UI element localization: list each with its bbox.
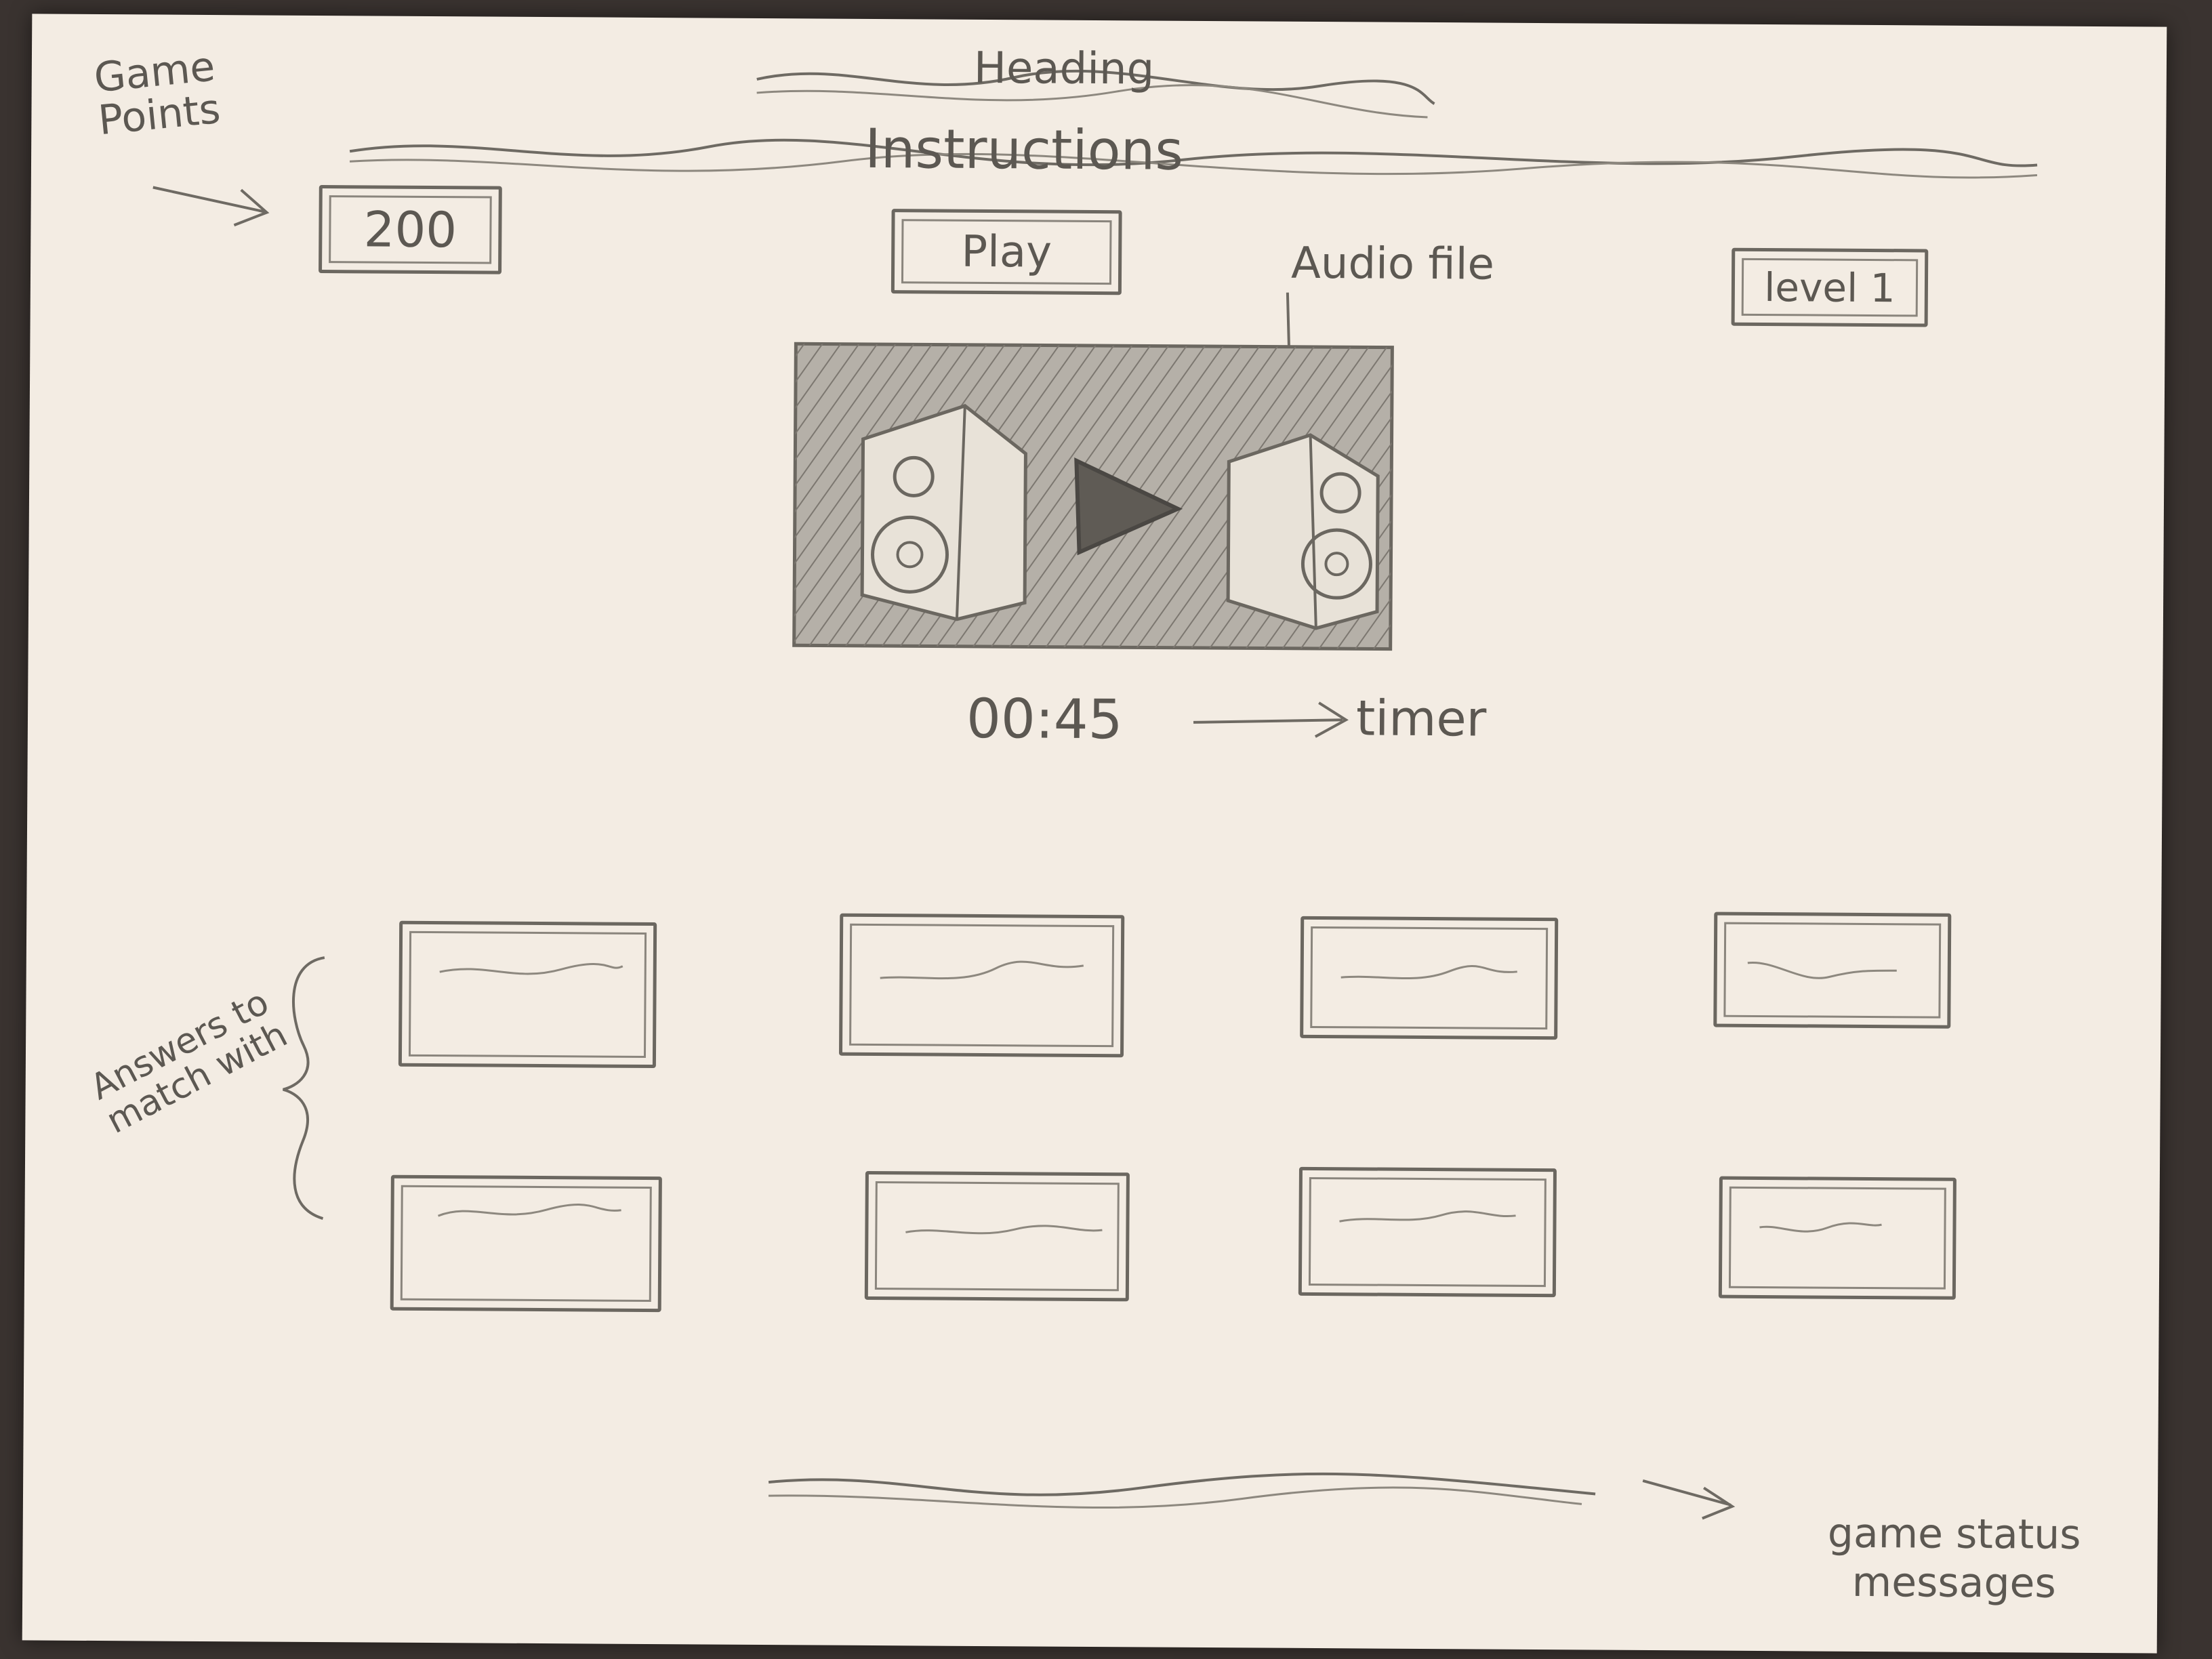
page-heading: Heading bbox=[973, 43, 1155, 95]
level-label: level 1 bbox=[1764, 264, 1896, 311]
status-message-squiggle bbox=[768, 1472, 1596, 1496]
timer-value: 00:45 bbox=[966, 687, 1123, 752]
game-points-annotation: Game Points bbox=[91, 43, 223, 145]
audio-file-annotation: Audio file bbox=[1290, 238, 1495, 290]
play-button-label: Play bbox=[961, 226, 1052, 278]
level-indicator: level 1 bbox=[1731, 247, 1929, 327]
audio-player[interactable] bbox=[794, 344, 1393, 649]
instructions-text: Instructions bbox=[864, 117, 1184, 182]
sketch-paper: Heading Instructions Game Points 200 Pla… bbox=[22, 14, 2167, 1654]
timer-annotation: timer bbox=[1355, 689, 1487, 747]
answer-option[interactable] bbox=[838, 913, 1125, 1058]
answer-option[interactable] bbox=[1298, 1166, 1557, 1298]
answer-option[interactable] bbox=[1713, 912, 1952, 1029]
play-button[interactable]: Play bbox=[890, 209, 1122, 295]
game-points-display: 200 bbox=[319, 184, 502, 274]
points-value: 200 bbox=[363, 201, 457, 259]
answer-option[interactable] bbox=[1300, 916, 1559, 1040]
answer-option[interactable] bbox=[398, 920, 657, 1069]
answer-option[interactable] bbox=[390, 1174, 662, 1313]
answer-option[interactable] bbox=[864, 1170, 1130, 1302]
answers-brace bbox=[283, 956, 325, 1220]
answer-option[interactable] bbox=[1718, 1176, 1957, 1300]
status-annotation: game status messages bbox=[1827, 1509, 2081, 1607]
